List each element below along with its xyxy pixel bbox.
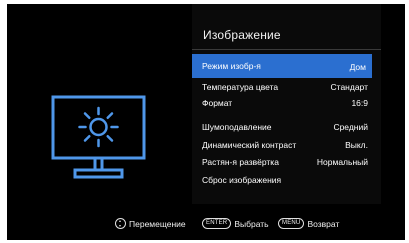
- menu-item-picture-reset[interactable]: Сброс изображения: [192, 173, 372, 187]
- menu-item-picture-mode[interactable]: Режим изобр-я Дом: [192, 54, 372, 78]
- footer-hints: Перемещение ENTER Выбрать MENU Возврат: [7, 218, 405, 232]
- back-hint: MENU Возврат: [278, 218, 339, 229]
- menu-item-label: Шумоподавление: [202, 122, 272, 132]
- navigate-label: Перемещение: [129, 218, 186, 229]
- navigate-hint: Перемещение: [115, 218, 186, 229]
- menu-key-icon: MENU: [278, 218, 305, 229]
- menu-item-dynamic-contrast[interactable]: Динамический контраст Выкл.: [192, 138, 372, 152]
- monitor-brightness-icon: [51, 95, 146, 179]
- menu-item-value: Нормальный: [316, 157, 368, 167]
- menu-item-value: 16:9: [351, 98, 368, 108]
- menu-item-label: Растян-я развёртка: [202, 157, 279, 167]
- enter-key-icon: ENTER: [202, 218, 232, 229]
- title-divider: [192, 49, 381, 50]
- navigate-updown-icon: [115, 218, 126, 229]
- back-label: Возврат: [307, 218, 340, 229]
- menu-item-color-temperature[interactable]: Температура цвета Стандарт: [192, 80, 372, 94]
- menu-item-value: Стандарт: [330, 82, 368, 92]
- menu-item-label: Динамический контраст: [202, 140, 297, 150]
- menu-item-value: Дом: [349, 62, 366, 72]
- menu-item-label: Сброс изображения: [202, 175, 282, 185]
- tv-screen: Изображение Режим изобр-я Дом Температур…: [7, 4, 405, 240]
- menu-item-label: Режим изобр-я: [202, 61, 261, 71]
- menu-item-value: Выкл.: [345, 140, 368, 150]
- menu-item-label: Температура цвета: [202, 82, 279, 92]
- menu-item-overscan[interactable]: Растян-я развёртка Нормальный: [192, 155, 372, 169]
- menu-item-aspect-ratio[interactable]: Формат 16:9: [192, 96, 372, 110]
- select-hint: ENTER Выбрать: [202, 218, 269, 229]
- menu-item-value: Средний: [333, 122, 368, 132]
- select-label: Выбрать: [234, 218, 269, 229]
- menu-item-noise-reduction[interactable]: Шумоподавление Средний: [192, 120, 372, 134]
- menu-title: Изображение: [203, 28, 281, 42]
- menu-item-label: Формат: [202, 98, 233, 108]
